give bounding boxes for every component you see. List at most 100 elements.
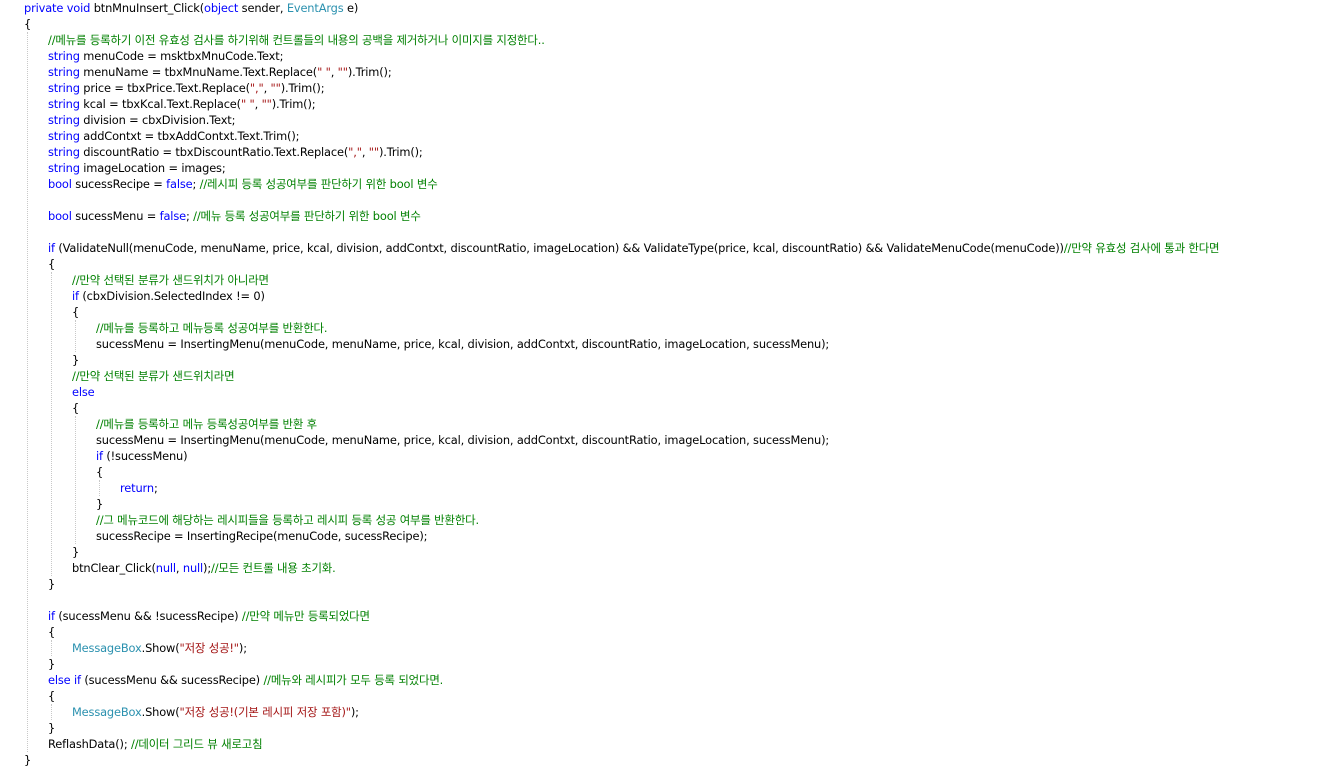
code-line[interactable]: else <box>72 384 95 400</box>
code-token: ReflashData(); <box>48 737 132 751</box>
code-line[interactable]: string menuName = tbxMnuName.Text.Replac… <box>48 64 392 80</box>
code-token: btnMnuInsert_Click( <box>90 1 204 15</box>
indent-guide <box>51 272 52 576</box>
code-line[interactable]: } <box>96 496 103 512</box>
code-line[interactable]: sucessMenu = InsertingMenu(menuCode, men… <box>96 336 829 352</box>
code-line[interactable]: { <box>96 464 103 480</box>
code-token: else <box>48 673 71 687</box>
code-line[interactable]: ReflashData(); //데이터 그리드 뷰 새로고침 <box>48 736 263 752</box>
code-token: { <box>48 625 56 639</box>
code-token: .Show( <box>141 705 180 719</box>
code-token: "" <box>261 97 272 111</box>
code-line[interactable]: //만약 선택된 분류가 샌드위치가 아니라면 <box>72 272 269 288</box>
code-line[interactable]: //메뉴를 등록하고 메뉴 등록성공여부를 반환 후 <box>96 416 317 432</box>
code-token: { <box>72 305 80 319</box>
code-token: string <box>48 65 80 79</box>
code-line[interactable]: if (cbxDivision.SelectedIndex != 0) <box>72 288 265 304</box>
code-token: null <box>182 561 204 575</box>
code-line[interactable]: bool sucessRecipe = false; //레시피 등록 성공여부… <box>48 176 438 192</box>
code-line[interactable]: string price = tbxPrice.Text.Replace(","… <box>48 80 325 96</box>
code-token: //그 메뉴코드에 해당하는 레시피들을 등록하고 레시피 등록 성공 여부를 … <box>96 513 479 527</box>
code-token: ).Trim(); <box>378 145 423 159</box>
code-token: MessageBox <box>72 641 142 655</box>
code-line[interactable]: btnClear_Click(null, null);//모든 컨트롤 내용 초… <box>72 560 336 576</box>
code-line[interactable]: //메뉴를 등록하고 메뉴등록 성공여부를 반환한다. <box>96 320 327 336</box>
code-token: ; <box>153 481 158 495</box>
code-line[interactable]: } <box>48 576 55 592</box>
code-token: discountRatio = tbxDiscountRatio.Text.Re… <box>79 145 349 159</box>
code-token: sucessRecipe = <box>71 177 167 191</box>
code-line[interactable]: { <box>48 688 55 704</box>
code-token: sucessMenu = InsertingMenu(menuCode, men… <box>96 337 830 351</box>
code-token: string <box>48 81 80 95</box>
code-token: } <box>48 577 56 591</box>
code-token: kcal = tbxKcal.Text.Replace( <box>79 97 241 111</box>
code-line[interactable]: bool sucessMenu = false; //메뉴 등록 성공여부를 판… <box>48 208 421 224</box>
code-line[interactable]: MessageBox.Show("저장 성공!(기본 레시피 저장 포함)"); <box>72 704 359 720</box>
code-token: } <box>96 497 104 511</box>
code-line[interactable]: if (!sucessMenu) <box>96 448 188 464</box>
code-line[interactable]: sucessMenu = InsertingMenu(menuCode, men… <box>96 432 829 448</box>
code-line[interactable]: MessageBox.Show("저장 성공!"); <box>72 640 247 656</box>
code-line[interactable]: private void btnMnuInsert_Click(object s… <box>24 0 358 16</box>
code-line[interactable]: //메뉴를 등록하기 이전 유효성 검사를 하기위해 컨트롤들의 내용의 공백을… <box>48 32 545 48</box>
code-token: " " <box>317 65 331 79</box>
code-line[interactable]: } <box>72 544 79 560</box>
code-line[interactable]: string discountRatio = tbxDiscountRatio.… <box>48 144 423 160</box>
code-line[interactable]: //만약 선택된 분류가 샌드위치라면 <box>72 368 235 384</box>
code-line[interactable]: { <box>48 256 55 272</box>
code-line[interactable]: string addContxt = tbxAddContxt.Text.Tri… <box>48 128 299 144</box>
code-token: //레시피 등록 성공여부를 판단하기 위한 bool 변수 <box>199 177 438 191</box>
code-token: "" <box>270 81 281 95</box>
code-token: imageLocation = images; <box>79 161 226 175</box>
code-line[interactable]: { <box>24 16 31 32</box>
code-token: } <box>48 721 56 735</box>
code-token: EventArgs <box>286 1 344 15</box>
code-token: { <box>48 257 56 271</box>
indent-guide <box>75 320 76 352</box>
code-line[interactable]: { <box>72 400 79 416</box>
indent-guide <box>51 640 52 656</box>
code-line[interactable]: } <box>48 720 55 736</box>
code-token: (cbxDivision.SelectedIndex != 0) <box>78 289 265 303</box>
code-token: ).Trim(); <box>347 65 392 79</box>
code-line[interactable]: sucessRecipe = InsertingRecipe(menuCode,… <box>96 528 427 544</box>
code-line[interactable]: else if (sucessMenu && sucessRecipe) //메… <box>48 672 443 688</box>
code-token: } <box>72 545 80 559</box>
code-line[interactable]: if (sucessMenu && !sucessRecipe) //만약 메뉴… <box>48 608 370 624</box>
code-token: //메뉴 등록 성공여부를 판단하기 위한 bool 변수 <box>193 209 421 223</box>
code-token: (!sucessMenu) <box>102 449 188 463</box>
code-line[interactable]: } <box>48 656 55 672</box>
code-token: "" <box>337 65 348 79</box>
code-token: //만약 선택된 분류가 샌드위치라면 <box>72 369 235 383</box>
code-token: object <box>204 1 239 15</box>
code-token: if <box>74 673 81 687</box>
code-line[interactable]: } <box>24 752 31 768</box>
indent-guide <box>51 704 52 720</box>
code-line[interactable]: return; <box>120 480 158 496</box>
code-line[interactable]: { <box>72 304 79 320</box>
code-token: //데이터 그리드 뷰 새로고침 <box>131 737 263 751</box>
code-token: string <box>48 97 80 111</box>
code-line[interactable]: string division = cbxDivision.Text; <box>48 112 235 128</box>
code-token: (sucessMenu && sucessRecipe) <box>80 673 264 687</box>
code-token: , <box>330 65 338 79</box>
code-editor[interactable]: private void btnMnuInsert_Click(object s… <box>0 0 1317 771</box>
code-line[interactable]: if (ValidateNull(menuCode, menuName, pri… <box>48 240 1220 256</box>
indent-guide <box>27 32 28 752</box>
code-line[interactable]: //그 메뉴코드에 해당하는 레시피들을 등록하고 레시피 등록 성공 여부를 … <box>96 512 479 528</box>
code-token: else <box>72 385 95 399</box>
code-token: //만약 메뉴만 등록되었다면 <box>241 609 370 623</box>
code-token: if <box>96 449 103 463</box>
code-line[interactable]: { <box>48 624 55 640</box>
code-token: { <box>24 17 32 31</box>
code-token: //메뉴를 등록하고 메뉴 등록성공여부를 반환 후 <box>96 417 317 431</box>
code-token: "저장 성공!(기본 레시피 저장 포함)" <box>179 705 352 719</box>
code-line[interactable]: string kcal = tbxKcal.Text.Replace(" ", … <box>48 96 316 112</box>
code-token: private <box>24 1 64 15</box>
code-line[interactable]: string imageLocation = images; <box>48 160 226 176</box>
code-token: " " <box>240 97 255 111</box>
code-line[interactable]: string menuCode = msktbxMnuCode.Text; <box>48 48 283 64</box>
code-line[interactable]: } <box>72 352 79 368</box>
code-token: //메뉴를 등록하기 이전 유효성 검사를 하기위해 컨트롤들의 내용의 공백을… <box>48 33 545 47</box>
